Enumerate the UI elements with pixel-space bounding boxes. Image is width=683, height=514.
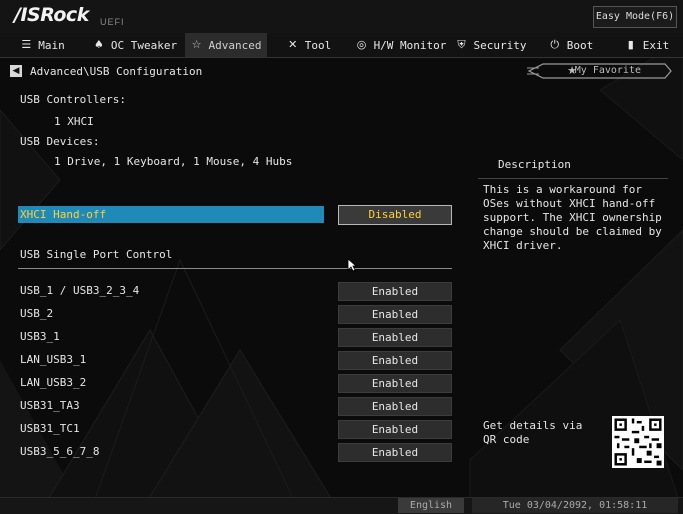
tab-hw-monitor[interactable]: ◎ H/W Monitor	[351, 33, 451, 57]
monitor-icon: ◎	[356, 38, 367, 51]
uefi-label: UEFI	[100, 17, 125, 27]
description-divider	[478, 178, 668, 179]
breadcrumb: ◀ Advanced\USB Configuration	[10, 63, 202, 79]
xhci-handoff-value[interactable]: Disabled	[338, 205, 452, 225]
tab-security[interactable]: ⛨ Security	[451, 33, 531, 57]
datetime-display: Tue 03/04/2092, 01:58:11	[472, 498, 678, 513]
back-arrow-icon[interactable]: ◀	[10, 65, 22, 77]
tab-exit[interactable]: ▮ Exit	[611, 33, 683, 57]
xhci-handoff-label: XHCI Hand-off	[20, 208, 107, 221]
star-icon: ☆	[191, 38, 202, 51]
qr-code-icon[interactable]	[612, 416, 664, 468]
usb-devices-value: 1 Drive, 1 Keyboard, 1 Mouse, 4 Hubs	[54, 155, 293, 168]
port-label: USB31_TA3	[20, 399, 80, 412]
main-tabs: ☰ Main ♠ OC Tweaker ☆ Advanced ✕ Tool ◎ …	[0, 33, 683, 58]
language-button[interactable]: English	[398, 498, 464, 513]
section-divider	[18, 268, 452, 269]
description-body: This is a workaround for OSes without XH…	[483, 183, 662, 252]
usb-devices-heading: USB Devices:	[20, 135, 100, 148]
tab-label: OC Tweaker	[110, 38, 178, 52]
port-label: LAN_USB3_1	[20, 353, 87, 366]
mouse-cursor-icon	[347, 258, 357, 272]
power-icon: ⏻	[550, 38, 560, 51]
exit-icon: ▮	[627, 38, 634, 51]
favorite-label: My Favorite	[574, 65, 641, 76]
tools-icon: ✕	[288, 38, 298, 51]
tab-label: Boot	[566, 38, 594, 52]
port-label: USB_2	[20, 307, 54, 320]
my-favorite-button[interactable]: ★ My Favorite	[525, 61, 675, 81]
rocket-icon: ♠	[93, 38, 104, 51]
port-label: USB3_5_6_7_8	[20, 445, 100, 458]
tab-label: H/W Monitor	[373, 38, 447, 52]
tab-label: Security	[473, 38, 527, 52]
port-value[interactable]: Enabled	[338, 397, 452, 416]
single-port-heading: USB Single Port Control	[20, 248, 173, 261]
tab-boot[interactable]: ⏻ Boot	[531, 33, 611, 57]
description-title: Description	[498, 158, 571, 171]
port-value[interactable]: Enabled	[338, 282, 452, 301]
easy-mode-button[interactable]: Easy Mode(F6)	[593, 6, 677, 28]
port-value[interactable]: Enabled	[338, 351, 452, 370]
tab-label: Main	[38, 38, 65, 52]
shield-icon: ⛨	[457, 38, 466, 51]
usb-controllers-value: 1 XHCI	[54, 115, 94, 128]
brand-logo: /ISRock	[14, 4, 89, 26]
port-value[interactable]: Enabled	[338, 328, 452, 347]
port-value[interactable]: Enabled	[338, 443, 452, 462]
menu-icon: ☰	[21, 38, 32, 51]
tab-oc-tweaker[interactable]: ♠ OC Tweaker	[85, 33, 185, 57]
port-label: USB31_TC1	[20, 422, 80, 435]
tab-label: Advanced	[208, 38, 262, 52]
tab-label: Exit	[642, 38, 670, 52]
port-value[interactable]: Enabled	[338, 420, 452, 439]
port-label: LAN_USB3_2	[20, 376, 87, 389]
port-value[interactable]: Enabled	[338, 374, 452, 393]
usb-controllers-heading: USB Controllers:	[20, 93, 126, 106]
breadcrumb-path: Advanced\USB Configuration	[30, 64, 203, 78]
top-bar: /ISRock UEFI Easy Mode(F6)	[0, 0, 683, 34]
tab-main[interactable]: ☰ Main	[0, 33, 85, 57]
port-value[interactable]: Enabled	[338, 305, 452, 324]
port-label: USB_1 / USB3_2_3_4	[20, 284, 140, 297]
tab-advanced[interactable]: ☆ Advanced	[185, 33, 267, 57]
qr-caption: Get details via QR code	[483, 419, 583, 446]
tab-tool[interactable]: ✕ Tool	[267, 33, 351, 57]
port-label: USB3_1	[20, 330, 60, 343]
tab-label: Tool	[304, 38, 332, 52]
